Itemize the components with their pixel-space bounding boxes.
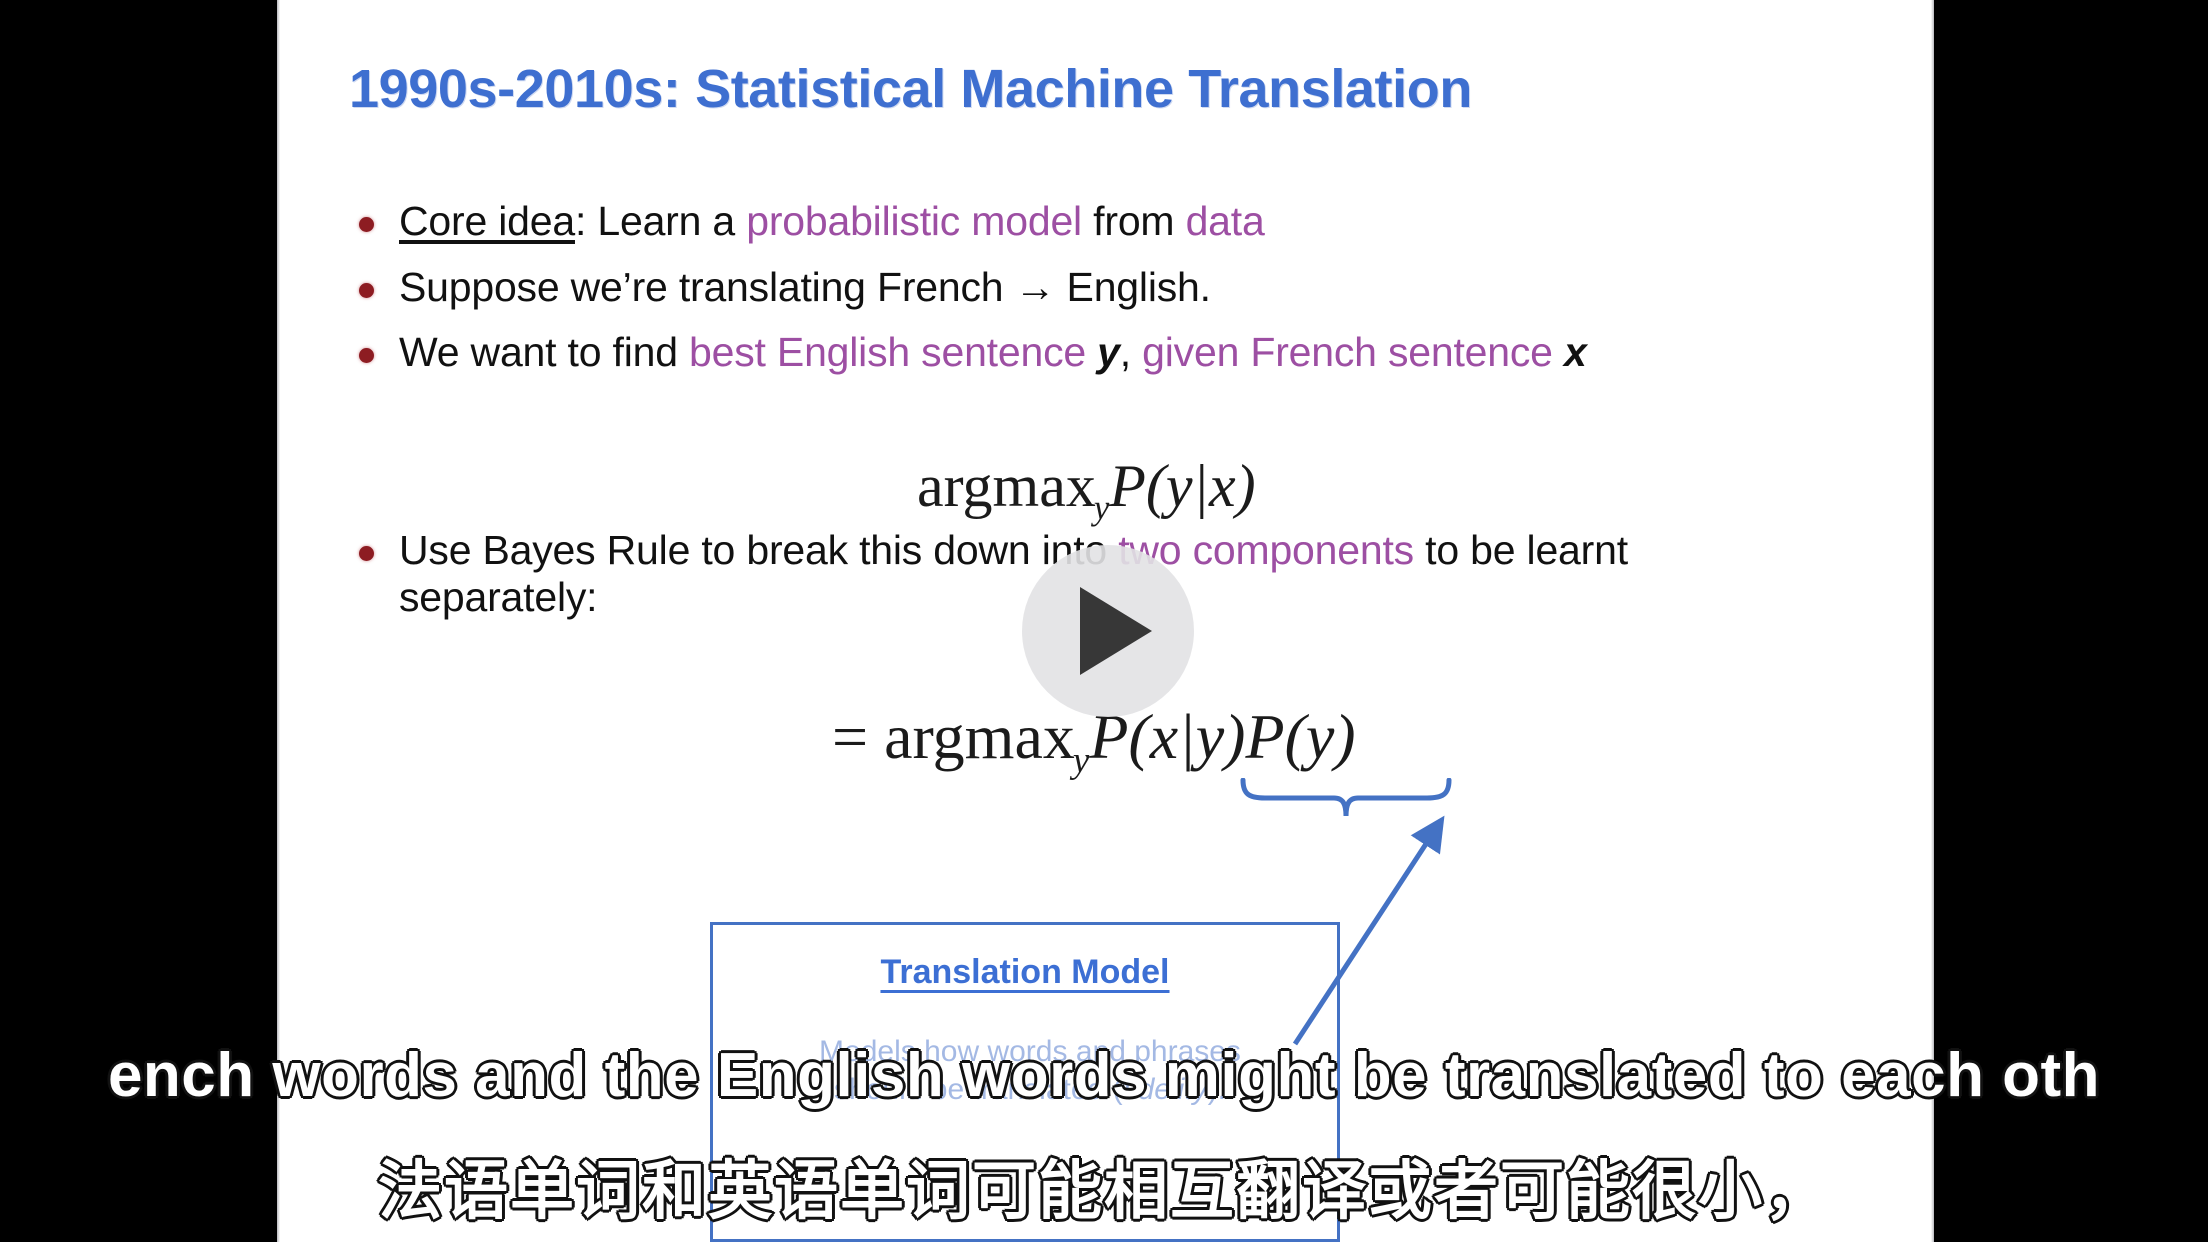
bullet-seg-probabilistic-model: probabilistic model <box>746 198 1082 244</box>
equation-bayes-subscript: y <box>1072 740 1090 782</box>
translation-model-description: Models how words and phrases should be t… <box>749 1033 1311 1110</box>
bullet-seg-suppose: Suppose we’re translating French → Engli… <box>399 263 1211 310</box>
bullet-bayes-rule: Use Bayes Rule to break this down into t… <box>337 527 1667 622</box>
translation-model-callout: Translation Model Models how words and p… <box>710 922 1340 1242</box>
tm-desc-line2-prefix: should be translated ( <box>834 1073 1123 1107</box>
tm-desc-line2-suffix: ). <box>1207 1073 1226 1107</box>
bullet-core-idea: Core idea: Learn a probabilistic model f… <box>337 198 1917 246</box>
bullet-seg-best-english-sentence: best English sentence <box>689 329 1086 376</box>
bullet-suppose-translating: Suppose we’re translating French → Engli… <box>337 264 1917 312</box>
bullet-seg-learn-a: : Learn a <box>574 198 747 244</box>
tm-desc-fidelity: fidelity <box>1122 1073 1208 1107</box>
translation-model-title: Translation Model <box>880 953 1170 991</box>
secondary-callout-box-partial <box>710 1196 1340 1242</box>
bullet-seg-we-want-to-find: We want to find <box>399 329 690 376</box>
bullet-seg-comma: , <box>1119 329 1143 376</box>
bullet-dot-icon <box>359 348 374 364</box>
bullet-seg-use-bayes-rule: Use Bayes Rule to break this down into <box>399 526 1119 573</box>
equation-bayes-prefix: = <box>832 701 885 772</box>
bullet-seg-given-french-sentence: given French sentence <box>1142 329 1553 376</box>
play-triangle-icon <box>1080 587 1152 675</box>
slide-title: 1990s-2010s: Statistical Machine Transla… <box>349 59 1472 119</box>
equation-objective-subscript: y <box>1093 488 1110 528</box>
equation-objective-tail: P(y|x) <box>1109 453 1256 519</box>
bullet-seg-core-idea: Core idea <box>399 198 575 244</box>
bullet-dot-icon <box>359 217 374 232</box>
bullet-want-to-find: We want to find best English sentence y,… <box>337 329 1917 377</box>
bullet-seg-from: from <box>1081 198 1186 244</box>
equation-objective: argmaxyP(y|x) <box>917 452 1256 528</box>
bullet-seg-data: data <box>1185 198 1265 244</box>
bullet-seg-var-y: y <box>1085 329 1120 376</box>
video-player-viewport: 1990s-2010s: Statistical Machine Transla… <box>0 0 2208 1242</box>
equation-bayes-head: argmax <box>884 701 1075 772</box>
play-button[interactable] <box>1022 545 1194 717</box>
bullet-seg-var-x: x <box>1552 329 1587 376</box>
tm-desc-line1: Models how words and phrases <box>819 1035 1241 1068</box>
bullet-dot-icon <box>359 282 374 298</box>
equation-objective-head: argmax <box>917 453 1096 519</box>
bullet-dot-icon <box>359 545 374 561</box>
